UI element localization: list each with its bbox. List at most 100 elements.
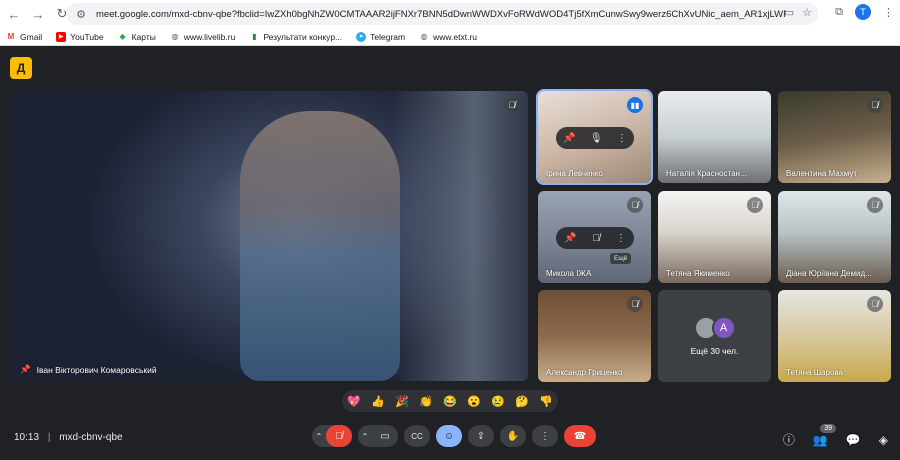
meeting-controls-bar: 10:13 | mxd-cbnv-qbe ⌃ 🎙̸ ⌃ ▭ CC ☺ ⇪ ✋ ⋮…: [0, 422, 900, 460]
profile-avatar[interactable]: T: [855, 4, 871, 20]
bookmark-livelib[interactable]: ◍ www.livelib.ru: [170, 32, 235, 42]
participant-name: Валентина Махмут: [786, 169, 857, 178]
bookmark-youtube[interactable]: ▶ YouTube: [56, 31, 104, 42]
mic-off-icon: 🎙̸: [627, 296, 643, 312]
more-options-button[interactable]: ⋮: [532, 425, 558, 447]
tile-actions: 📌 🎙̸ ⋮: [556, 227, 634, 249]
globe-icon: ◍: [171, 32, 179, 41]
more-participants-label: Ещё 30 чел.: [690, 346, 739, 356]
reaction-surprised[interactable]: 😮: [467, 395, 481, 408]
mic-off-icon: 🎙̸: [504, 97, 520, 113]
address-bar[interactable]: ⚙ meet.google.com/mxd-cbnv-qbe?fbclid=Iw…: [66, 3, 818, 25]
participant-tile[interactable]: 🎙̸ Тетяна Якименко: [658, 191, 771, 283]
audio-level-icon: ▮▮: [627, 97, 643, 113]
mic-options-chevron-icon[interactable]: ⌃: [312, 432, 326, 441]
mic-off-icon: 🎙̸: [747, 197, 763, 213]
bookmark-icon: ▮: [252, 32, 257, 41]
participant-name: Микола ІЖА: [546, 269, 592, 278]
mic-icon[interactable]: 🎙: [590, 133, 603, 144]
meeting-code: mxd-cbnv-qbe: [59, 432, 123, 443]
info-icon[interactable]: ⓘ: [783, 431, 795, 448]
maps-icon: ◆: [119, 32, 126, 41]
camera-options-chevron-icon[interactable]: ⌃: [358, 432, 372, 441]
reaction-thinking[interactable]: 🤔: [515, 395, 529, 408]
reaction-heart[interactable]: 💖: [347, 395, 361, 408]
participants-count-badge: 39: [820, 424, 836, 433]
bookmark-telegram[interactable]: ➤ Telegram: [356, 31, 405, 42]
mic-off-button[interactable]: 🎙̸: [326, 425, 352, 447]
activities-icon[interactable]: ◈: [879, 433, 888, 447]
window-light: [390, 91, 528, 381]
bookmark-gmail[interactable]: M Gmail: [6, 32, 43, 42]
reaction-thumbs-up[interactable]: 👍: [371, 395, 385, 408]
participant-tile[interactable]: 🎙̸ Александр Гриценко: [538, 290, 651, 382]
camera-control: ⌃ ▭: [358, 425, 398, 447]
participant-name: Діана Юріївна Демид...: [786, 269, 872, 278]
main-video-tile[interactable]: 🎙̸ 📌 Іван Вікторович Комаровський: [10, 91, 528, 381]
tooltip: Ещё: [610, 253, 632, 264]
participant-tile[interactable]: 🎙̸ 📌 🎙̸ ⋮ Ещё Микола ІЖА: [538, 191, 651, 283]
mic-off-icon: 🎙̸: [627, 197, 643, 213]
chat-icon[interactable]: 💬: [846, 433, 861, 447]
extensions-icon[interactable]: ⧉: [835, 6, 843, 19]
bookmark-maps[interactable]: ◆ Карты: [118, 32, 156, 42]
participant-tile[interactable]: 🎙̸ Валентина Махмут: [778, 91, 891, 183]
site-info-icon[interactable]: ⚙: [74, 7, 88, 21]
bookmark-results[interactable]: ▮ Результати конкур...: [249, 32, 342, 42]
reaction-thumbs-down[interactable]: 👎: [539, 395, 553, 408]
pin-icon[interactable]: 📌: [564, 233, 576, 244]
participant-tile[interactable]: ▮▮ 📌 🎙 ⋮ Ірина Левченко: [536, 89, 653, 185]
star-icon[interactable]: ☆: [802, 6, 812, 19]
participant-tile[interactable]: 🎙̸ Діана Юріївна Демид...: [778, 191, 891, 283]
speaker-video: [240, 111, 400, 381]
url-text[interactable]: meet.google.com/mxd-cbnv-qbe?fbclid=IwZX…: [96, 9, 786, 20]
reactions-bar: 💖 👍 🎉 👏 😂 😮 😢 🤔 👎: [342, 390, 558, 412]
bookmark-etxt[interactable]: ◍ www.etxt.ru: [419, 32, 477, 42]
separator: |: [47, 432, 51, 443]
menu-icon[interactable]: ⋮: [883, 6, 894, 19]
people-icon[interactable]: 👥: [813, 433, 828, 447]
pin-icon[interactable]: 📌: [563, 133, 575, 144]
participant-tile[interactable]: Наталія Красностан...: [658, 91, 771, 183]
meet-window: Д 🎙̸ 📌 Іван Вікторович Комаровський ▮▮ 📌…: [0, 47, 900, 460]
mic-off-icon: 🎙̸: [867, 97, 883, 113]
reaction-clap[interactable]: 👏: [419, 395, 433, 408]
mic-off-icon: 🎙̸: [867, 197, 883, 213]
camera-button[interactable]: ▭: [372, 425, 398, 447]
bookmarks-bar: M Gmail ▶ YouTube ◆ Карты ◍ www.livelib.ru ▮…: [0, 28, 900, 46]
tile-actions: 📌 🎙 ⋮: [556, 127, 634, 149]
raise-hand-button[interactable]: ✋: [500, 425, 526, 447]
reaction-sad[interactable]: 😢: [491, 395, 505, 408]
forward-icon[interactable]: →: [28, 4, 48, 24]
pin-icon[interactable]: 📌: [20, 364, 31, 375]
end-call-button[interactable]: ☎: [564, 425, 596, 447]
participant-name: Александр Гриценко: [546, 368, 623, 377]
gmail-icon: M: [7, 32, 15, 41]
participant-name: Тетяна Якименко: [666, 269, 730, 278]
emoji-button[interactable]: ☺: [436, 425, 462, 447]
participant-name: Тетяна Шарова: [786, 368, 843, 377]
meeting-logo-icon[interactable]: Д: [10, 57, 32, 79]
mic-control: ⌃ 🎙̸: [312, 425, 352, 447]
more-options-icon[interactable]: ⋮: [616, 233, 626, 244]
reaction-party[interactable]: 🎉: [395, 395, 409, 408]
participant-name: Ірина Левченко: [546, 169, 603, 178]
clock-time: 10:13: [14, 432, 40, 443]
avatar-stack: A: [693, 316, 736, 340]
globe-icon: ◍: [420, 32, 428, 41]
mic-off-icon: 🎙̸: [867, 296, 883, 312]
youtube-icon: ▶: [56, 31, 67, 42]
camera-icon[interactable]: ▭: [784, 6, 794, 19]
more-options-icon[interactable]: ⋮: [617, 133, 627, 144]
mic-off-icon[interactable]: 🎙̸: [592, 233, 600, 244]
participant-tile[interactable]: 🎙̸ Тетяна Шарова: [778, 290, 891, 382]
back-icon[interactable]: ←: [4, 4, 24, 24]
captions-button[interactable]: CC: [404, 425, 430, 447]
main-speaker-name: Іван Вікторович Комаровський: [36, 364, 157, 375]
participant-name: Наталія Красностан...: [666, 169, 747, 178]
present-button[interactable]: ⇪: [468, 425, 494, 447]
browser-toolbar: ← → ↻ ⚙ meet.google.com/mxd-cbnv-qbe?fbc…: [0, 0, 900, 28]
avatar: A: [711, 316, 736, 340]
reaction-laugh[interactable]: 😂: [443, 395, 457, 408]
more-participants-tile[interactable]: A Ещё 30 чел.: [658, 290, 771, 382]
